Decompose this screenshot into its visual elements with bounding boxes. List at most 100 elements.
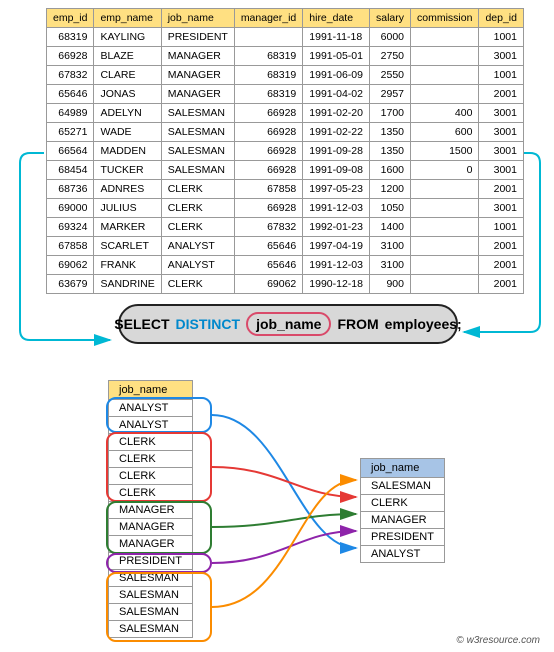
cell-dep_id: 1001 [479, 28, 524, 47]
cell-commission [411, 85, 479, 104]
footer-site: w3resource.com [467, 635, 540, 646]
cell-salary: 2750 [369, 47, 410, 66]
copyright-symbol: © [456, 635, 463, 646]
cell-manager_id: 66928 [234, 123, 302, 142]
result-row: ANALYST [361, 546, 445, 563]
list-item: PRESIDENT [109, 553, 193, 570]
cell-emp_name: WADE [94, 123, 161, 142]
table-row: 68319KAYLINGPRESIDENT1991-11-1860001001 [47, 28, 524, 47]
table-row: 67858SCARLETANALYST656461997-04-19310020… [47, 237, 524, 256]
table-row: 63679SANDRINECLERK690621990-12-189002001 [47, 275, 524, 294]
cell-salary: 3100 [369, 237, 410, 256]
cell-hire_date: 1990-12-18 [303, 275, 370, 294]
table-row: 65646JONASMANAGER683191991-04-0229572001 [47, 85, 524, 104]
jobname-cell: SALESMAN [109, 621, 193, 638]
cell-dep_id: 3001 [479, 104, 524, 123]
cell-emp_id: 65646 [47, 85, 94, 104]
jobname-cell: MANAGER [109, 502, 193, 519]
cell-manager_id: 68319 [234, 85, 302, 104]
cell-manager_id: 66928 [234, 142, 302, 161]
cell-job_name: ANALYST [161, 237, 234, 256]
cell-salary: 1200 [369, 180, 410, 199]
list-item: SALESMAN [109, 587, 193, 604]
cell-job_name: CLERK [161, 199, 234, 218]
result-cell: ANALYST [361, 546, 445, 563]
cell-job_name: SALESMAN [161, 142, 234, 161]
cell-salary: 1700 [369, 104, 410, 123]
jobname-cell: SALESMAN [109, 570, 193, 587]
cell-salary: 6000 [369, 28, 410, 47]
cell-emp_name: JONAS [94, 85, 161, 104]
cell-dep_id: 3001 [479, 123, 524, 142]
cell-commission [411, 28, 479, 47]
cell-manager_id: 65646 [234, 237, 302, 256]
kw-from: FROM [337, 316, 378, 332]
cell-dep_id: 3001 [479, 47, 524, 66]
cell-manager_id: 67858 [234, 180, 302, 199]
cell-dep_id: 1001 [479, 218, 524, 237]
table-row: 67832CLAREMANAGER683191991-06-0925501001 [47, 66, 524, 85]
col-emp_id: emp_id [47, 9, 94, 28]
cell-manager_id [234, 28, 302, 47]
list-item: MANAGER [109, 519, 193, 536]
list-item: CLERK [109, 468, 193, 485]
cell-commission [411, 199, 479, 218]
cell-emp_id: 69062 [47, 256, 94, 275]
cell-manager_id: 65646 [234, 256, 302, 275]
list-item: SALESMAN [109, 621, 193, 638]
sorted-jobname-table: job_name ANALYSTANALYSTCLERKCLERKCLERKCL… [108, 380, 193, 638]
cell-emp_name: KAYLING [94, 28, 161, 47]
cell-emp_name: SCARLET [94, 237, 161, 256]
cell-commission [411, 275, 479, 294]
list-item: MANAGER [109, 502, 193, 519]
cell-emp_id: 68319 [47, 28, 94, 47]
cell-dep_id: 3001 [479, 199, 524, 218]
cell-job_name: SALESMAN [161, 123, 234, 142]
list-item: ANALYST [109, 417, 193, 434]
cell-emp_name: BLAZE [94, 47, 161, 66]
cell-commission [411, 218, 479, 237]
cell-job_name: SALESMAN [161, 161, 234, 180]
list-item: CLERK [109, 485, 193, 502]
cell-hire_date: 1997-04-19 [303, 237, 370, 256]
table-row: 66564MADDENSALESMAN669281991-09-28135015… [47, 142, 524, 161]
cell-hire_date: 1991-09-28 [303, 142, 370, 161]
cell-emp_id: 63679 [47, 275, 94, 294]
table-row: 68454TUCKERSALESMAN669281991-09-08160003… [47, 161, 524, 180]
table-row: 64989ADELYNSALESMAN669281991-02-20170040… [47, 104, 524, 123]
table-row: 65271WADESALESMAN669281991-02-2213506003… [47, 123, 524, 142]
footer-credit: © w3resource.com [456, 635, 540, 646]
cell-hire_date: 1991-02-20 [303, 104, 370, 123]
result-cell: MANAGER [361, 512, 445, 529]
kw-select: SELECT [114, 316, 169, 332]
jobname-cell: CLERK [109, 468, 193, 485]
table-row: 69324MARKERCLERK678321992-01-2314001001 [47, 218, 524, 237]
cell-emp_id: 67832 [47, 66, 94, 85]
cell-job_name: MANAGER [161, 47, 234, 66]
result-cell: SALESMAN [361, 478, 445, 495]
cell-salary: 1350 [369, 142, 410, 161]
result-cell: CLERK [361, 495, 445, 512]
cell-job_name: CLERK [161, 218, 234, 237]
cell-commission: 1500 [411, 142, 479, 161]
cell-hire_date: 1991-06-09 [303, 66, 370, 85]
cell-emp_name: TUCKER [94, 161, 161, 180]
col-job_name: job_name [161, 9, 234, 28]
cell-dep_id: 2001 [479, 256, 524, 275]
cell-commission [411, 237, 479, 256]
cell-emp_id: 64989 [47, 104, 94, 123]
col-salary: salary [369, 9, 410, 28]
cell-dep_id: 2001 [479, 237, 524, 256]
jobname-cell: ANALYST [109, 417, 193, 434]
employees-header-row: emp_id emp_name job_name manager_id hire… [47, 9, 524, 28]
result-row: SALESMAN [361, 478, 445, 495]
sql-statement-pill: SELECT DISTINCT job_name FROM employees; [118, 304, 458, 344]
highlight-job-name: job_name [246, 312, 331, 336]
col-manager_id: manager_id [234, 9, 302, 28]
col-dep_id: dep_id [479, 9, 524, 28]
cell-manager_id: 69062 [234, 275, 302, 294]
cell-hire_date: 1991-11-18 [303, 28, 370, 47]
cell-commission [411, 180, 479, 199]
col-emp_name: emp_name [94, 9, 161, 28]
cell-emp_id: 69324 [47, 218, 94, 237]
